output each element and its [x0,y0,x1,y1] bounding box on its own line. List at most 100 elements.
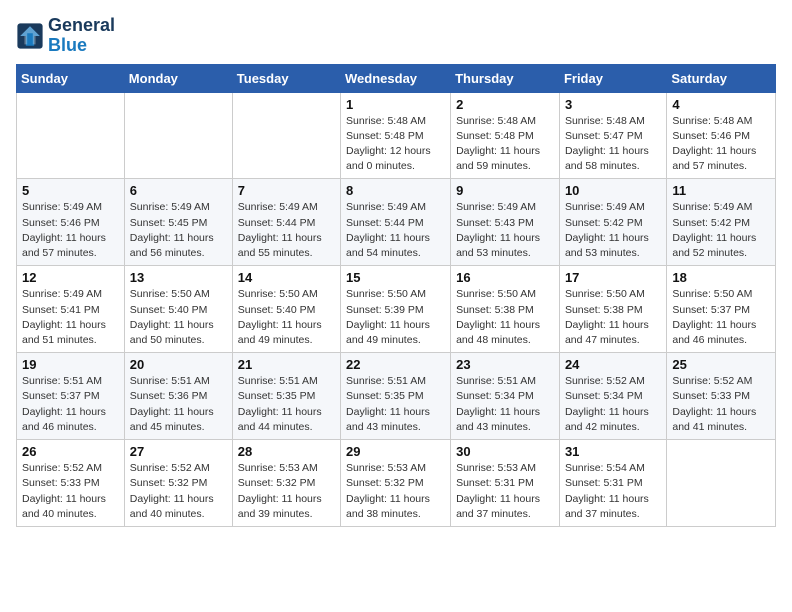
day-number: 3 [565,97,661,112]
header-tuesday: Tuesday [232,64,340,92]
day-info: Sunrise: 5:50 AM Sunset: 5:40 PM Dayligh… [238,287,335,348]
header-saturday: Saturday [667,64,776,92]
day-number: 12 [22,270,119,285]
calendar-week-row: 5Sunrise: 5:49 AM Sunset: 5:46 PM Daylig… [17,179,776,266]
day-info: Sunrise: 5:52 AM Sunset: 5:33 PM Dayligh… [22,461,119,522]
day-number: 30 [456,444,554,459]
day-number: 13 [130,270,227,285]
calendar-cell [17,92,125,179]
calendar-cell: 28 Sunrise: 5:53 AM Sunset: 5:32 PM Dayli… [232,440,340,527]
day-info: Sunrise: 5:53 AM Sunset: 5:31 PM Dayligh… [456,461,554,522]
day-info: Sunrise: 5:51 AM Sunset: 5:34 PM Dayligh… [456,374,554,435]
day-info: Sunrise: 5:53 AM Sunset: 5:32 PM Dayligh… [346,461,445,522]
day-number: 2 [456,97,554,112]
day-info: Sunrise: 5:53 AM Sunset: 5:32 PM Dayligh… [238,461,335,522]
calendar-cell: 27 Sunrise: 5:52 AM Sunset: 5:32 PM Dayli… [124,440,232,527]
calendar-cell: 9Sunrise: 5:49 AM Sunset: 5:43 PM Daylig… [451,179,560,266]
calendar-cell: 14 Sunrise: 5:50 AM Sunset: 5:40 PM Dayli… [232,266,340,353]
day-info: Sunrise: 5:48 AM Sunset: 5:47 PM Dayligh… [565,114,661,175]
day-info: Sunrise: 5:52 AM Sunset: 5:34 PM Dayligh… [565,374,661,435]
day-info: Sunrise: 5:49 AM Sunset: 5:43 PM Dayligh… [456,200,554,261]
calendar-cell: 11 Sunrise: 5:49 AM Sunset: 5:42 PM Dayli… [667,179,776,266]
calendar-cell: 18 Sunrise: 5:50 AM Sunset: 5:37 PM Dayli… [667,266,776,353]
header-thursday: Thursday [451,64,560,92]
day-number: 28 [238,444,335,459]
day-number: 29 [346,444,445,459]
calendar-cell: 23Sunrise: 5:51 AM Sunset: 5:34 PM Dayli… [451,353,560,440]
day-info: Sunrise: 5:49 AM Sunset: 5:42 PM Dayligh… [672,200,770,261]
day-number: 20 [130,357,227,372]
day-info: Sunrise: 5:54 AM Sunset: 5:31 PM Dayligh… [565,461,661,522]
day-number: 27 [130,444,227,459]
calendar-cell [124,92,232,179]
day-info: Sunrise: 5:49 AM Sunset: 5:44 PM Dayligh… [346,200,445,261]
day-number: 17 [565,270,661,285]
day-number: 11 [672,183,770,198]
calendar-cell: 22 Sunrise: 5:51 AM Sunset: 5:35 PM Dayli… [341,353,451,440]
day-number: 26 [22,444,119,459]
header-sunday: Sunday [17,64,125,92]
day-info: Sunrise: 5:49 AM Sunset: 5:45 PM Dayligh… [130,200,227,261]
day-info: Sunrise: 5:51 AM Sunset: 5:35 PM Dayligh… [346,374,445,435]
calendar-cell: 17 Sunrise: 5:50 AM Sunset: 5:38 PM Dayli… [559,266,666,353]
calendar-cell: 19Sunrise: 5:51 AM Sunset: 5:37 PM Dayli… [17,353,125,440]
day-number: 7 [238,183,335,198]
day-info: Sunrise: 5:48 AM Sunset: 5:48 PM Dayligh… [346,114,445,175]
day-number: 8 [346,183,445,198]
calendar-cell: 5Sunrise: 5:49 AM Sunset: 5:46 PM Daylig… [17,179,125,266]
day-number: 4 [672,97,770,112]
day-info: Sunrise: 5:50 AM Sunset: 5:37 PM Dayligh… [672,287,770,348]
day-info: Sunrise: 5:49 AM Sunset: 5:46 PM Dayligh… [22,200,119,261]
day-number: 22 [346,357,445,372]
calendar-week-row: 12 Sunrise: 5:49 AM Sunset: 5:41 PM Dayli… [17,266,776,353]
day-number: 6 [130,183,227,198]
day-info: Sunrise: 5:48 AM Sunset: 5:48 PM Dayligh… [456,114,554,175]
day-info: Sunrise: 5:50 AM Sunset: 5:39 PM Dayligh… [346,287,445,348]
calendar-cell: 10 Sunrise: 5:49 AM Sunset: 5:42 PM Dayli… [559,179,666,266]
calendar-cell: 31 Sunrise: 5:54 AM Sunset: 5:31 PM Dayli… [559,440,666,527]
calendar-cell: 1 Sunrise: 5:48 AM Sunset: 5:48 PM Daylig… [341,92,451,179]
logo: General Blue [16,16,115,56]
calendar-cell: 30 Sunrise: 5:53 AM Sunset: 5:31 PM Dayli… [451,440,560,527]
header-monday: Monday [124,64,232,92]
day-info: Sunrise: 5:51 AM Sunset: 5:36 PM Dayligh… [130,374,227,435]
calendar-cell: 26 Sunrise: 5:52 AM Sunset: 5:33 PM Dayli… [17,440,125,527]
logo-icon [16,22,44,50]
day-info: Sunrise: 5:50 AM Sunset: 5:38 PM Dayligh… [456,287,554,348]
day-number: 21 [238,357,335,372]
calendar-cell: 20 Sunrise: 5:51 AM Sunset: 5:36 PM Dayli… [124,353,232,440]
day-number: 18 [672,270,770,285]
day-info: Sunrise: 5:49 AM Sunset: 5:44 PM Dayligh… [238,200,335,261]
day-info: Sunrise: 5:50 AM Sunset: 5:38 PM Dayligh… [565,287,661,348]
calendar-cell [232,92,340,179]
calendar-cell: 6 Sunrise: 5:49 AM Sunset: 5:45 PM Daylig… [124,179,232,266]
calendar-cell [667,440,776,527]
calendar-week-row: 19Sunrise: 5:51 AM Sunset: 5:37 PM Dayli… [17,353,776,440]
calendar-cell: 15 Sunrise: 5:50 AM Sunset: 5:39 PM Dayli… [341,266,451,353]
day-number: 1 [346,97,445,112]
calendar-cell: 25Sunrise: 5:52 AM Sunset: 5:33 PM Dayli… [667,353,776,440]
header-friday: Friday [559,64,666,92]
day-info: Sunrise: 5:49 AM Sunset: 5:42 PM Dayligh… [565,200,661,261]
calendar-week-row: 1 Sunrise: 5:48 AM Sunset: 5:48 PM Daylig… [17,92,776,179]
calendar-cell: 4 Sunrise: 5:48 AM Sunset: 5:46 PM Daylig… [667,92,776,179]
calendar-cell: 24 Sunrise: 5:52 AM Sunset: 5:34 PM Dayli… [559,353,666,440]
logo-text: General Blue [48,16,115,56]
calendar-cell: 12 Sunrise: 5:49 AM Sunset: 5:41 PM Dayli… [17,266,125,353]
day-info: Sunrise: 5:48 AM Sunset: 5:46 PM Dayligh… [672,114,770,175]
day-number: 14 [238,270,335,285]
day-info: Sunrise: 5:51 AM Sunset: 5:35 PM Dayligh… [238,374,335,435]
day-info: Sunrise: 5:50 AM Sunset: 5:40 PM Dayligh… [130,287,227,348]
day-number: 24 [565,357,661,372]
calendar-table: Sunday Monday Tuesday Wednesday Thursday… [16,64,776,527]
day-number: 19 [22,357,119,372]
day-number: 10 [565,183,661,198]
day-info: Sunrise: 5:49 AM Sunset: 5:41 PM Dayligh… [22,287,119,348]
day-info: Sunrise: 5:52 AM Sunset: 5:32 PM Dayligh… [130,461,227,522]
page-container: General Blue Sunday Monday Tuesday Wedne… [16,16,776,527]
calendar-cell: 29 Sunrise: 5:53 AM Sunset: 5:32 PM Dayli… [341,440,451,527]
day-number: 31 [565,444,661,459]
day-number: 25 [672,357,770,372]
calendar-cell: 8 Sunrise: 5:49 AM Sunset: 5:44 PM Daylig… [341,179,451,266]
day-number: 15 [346,270,445,285]
